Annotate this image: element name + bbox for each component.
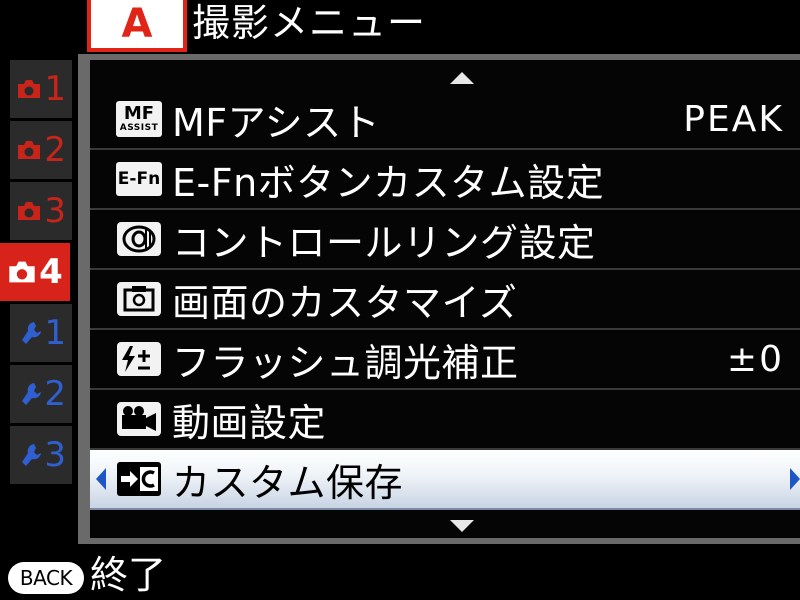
tab-number: 1: [44, 69, 66, 109]
tab-shooting-3[interactable]: 3: [10, 182, 72, 240]
tab-number: 3: [44, 435, 66, 475]
side-tab-bar: 1 2 3 4 1 2 3: [0, 60, 75, 487]
menu-item-label: 画面のカスタマイズ: [172, 280, 518, 325]
tab-setup-3[interactable]: 3: [10, 426, 72, 484]
camera-icon: [7, 259, 37, 285]
menu-item-label: 動画設定: [172, 400, 327, 445]
scroll-down-arrow-icon[interactable]: [450, 520, 474, 532]
mf-assist-icon: MF ASSIST: [114, 99, 164, 139]
menu-item-e-fn-custom[interactable]: E-Fn E-Fnボタンカスタム設定: [90, 150, 800, 210]
movie-camera-icon: [114, 399, 164, 439]
tab-number: 2: [44, 130, 66, 170]
camera-icon: [16, 200, 42, 222]
display-custom-icon: [114, 279, 164, 319]
control-ring-icon: [114, 219, 164, 259]
back-button-label: BACK: [19, 566, 73, 590]
menu-title: 撮影メニュー: [192, 1, 427, 45]
menu-item-label: フラッシュ調光補正: [172, 340, 519, 385]
tab-number: 4: [39, 252, 63, 292]
tab-number: 2: [44, 374, 66, 414]
menu-item-label: MFアシスト: [172, 100, 381, 145]
shooting-mode-badge: A: [87, 0, 187, 52]
wrench-icon: [20, 442, 42, 468]
menu-panel-inner: MF ASSIST MFアシスト PEAK E-Fn E-Fnボタンカスタム設定: [90, 60, 800, 538]
tab-number: 1: [44, 313, 66, 353]
flash-compensation-icon: [114, 339, 164, 379]
menu-item-label: カスタム保存: [172, 460, 404, 505]
tab-setup-1[interactable]: 1: [10, 304, 72, 362]
custom-save-icon: [114, 459, 164, 499]
menu-item-display-customize[interactable]: 画面のカスタマイズ: [90, 270, 800, 330]
back-button[interactable]: BACK: [8, 562, 84, 594]
tab-shooting-1[interactable]: 1: [10, 60, 72, 118]
camera-menu-screen: A 撮影メニュー 1 2 3 4 1 2 3 MF ASSIST MFアシスト …: [0, 0, 800, 600]
menu-item-label: E-Fnボタンカスタム設定: [172, 160, 605, 205]
scroll-up-arrow-icon[interactable]: [450, 72, 474, 84]
shooting-mode-label: A: [121, 1, 153, 47]
menu-item-value: PEAK: [683, 98, 784, 140]
selection-left-arrow-icon[interactable]: [96, 468, 106, 490]
menu-item-label: コントロールリング設定: [172, 220, 596, 265]
menu-list: MF ASSIST MFアシスト PEAK E-Fn E-Fnボタンカスタム設定: [90, 90, 800, 510]
menu-item-mf-assist[interactable]: MF ASSIST MFアシスト PEAK: [90, 90, 800, 150]
menu-item-movie-settings[interactable]: 動画設定: [90, 390, 800, 450]
wrench-icon: [20, 381, 42, 407]
mf-assist-icon-text: MF: [123, 103, 155, 124]
tab-shooting-4[interactable]: 4: [0, 243, 70, 301]
camera-icon: [16, 139, 42, 161]
back-action-label: 終了: [90, 553, 167, 597]
menu-item-value: ±0: [726, 338, 784, 380]
wrench-icon: [20, 320, 42, 346]
mf-assist-icon-subtext: ASSIST: [119, 123, 159, 133]
menu-item-custom-save[interactable]: カスタム保存: [90, 450, 800, 510]
menu-item-control-ring[interactable]: コントロールリング設定: [90, 210, 800, 270]
tab-shooting-2[interactable]: 2: [10, 121, 72, 179]
e-fn-icon: E-Fn: [114, 159, 164, 199]
menu-panel: MF ASSIST MFアシスト PEAK E-Fn E-Fnボタンカスタム設定: [78, 54, 800, 544]
camera-icon: [16, 78, 42, 100]
tab-number: 3: [44, 191, 66, 231]
menu-item-flash-compensation[interactable]: フラッシュ調光補正 ±0: [90, 330, 800, 390]
e-fn-icon-text: E-Fn: [116, 162, 162, 196]
selection-right-arrow-icon[interactable]: [790, 468, 800, 490]
tab-setup-2[interactable]: 2: [10, 365, 72, 423]
